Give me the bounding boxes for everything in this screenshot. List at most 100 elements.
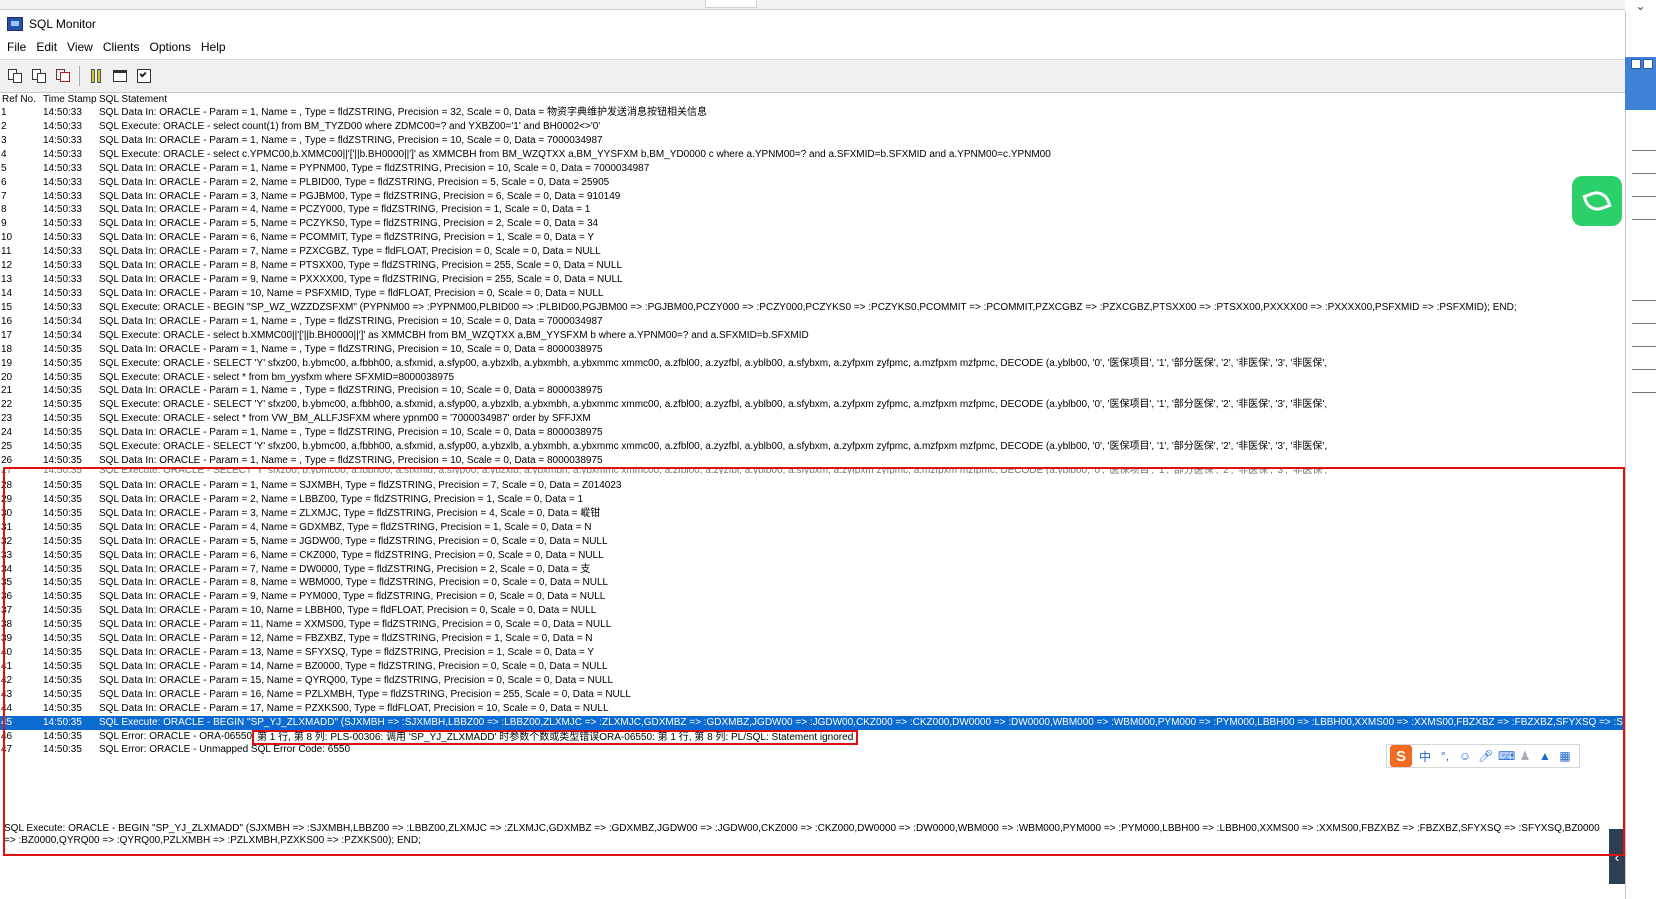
row-ref-no: 1 — [1, 107, 7, 118]
table-row[interactable]: 36 14:50:35 SQL Data In: ORACLE - Param = … — [0, 590, 1625, 604]
row-timestamp: 14:50:35 — [43, 455, 82, 467]
pause-button[interactable] — [85, 65, 107, 87]
table-row[interactable]: 42 14:50:35 SQL Data In: ORACLE - Param = … — [0, 674, 1625, 688]
microphone-icon[interactable]: 🎤︎ — [1478, 749, 1493, 763]
row-sql-statement: SQL Data In: ORACLE - Param = 7, Name = … — [99, 245, 1625, 259]
clear-button[interactable] — [52, 65, 74, 87]
table-row[interactable]: 11 14:50:33 SQL Data In: ORACLE - Param = … — [0, 245, 1625, 259]
row-sql-statement: SQL Execute: ORACLE - SELECT 'Y' sfxz00,… — [99, 398, 1625, 412]
table-row[interactable]: 22 14:50:35 SQL Execute: ORACLE - SELECT '… — [0, 398, 1625, 412]
row-sql-statement-text: SQL Data In: ORACLE - Param = 11, Name =… — [99, 619, 612, 631]
table-row[interactable]: 10 14:50:33 SQL Data In: ORACLE - Param = … — [0, 231, 1625, 245]
table-row[interactable]: 14 14:50:33 SQL Data In: ORACLE - Param = … — [0, 287, 1625, 301]
table-row[interactable]: 8 14:50:33 SQL Data In: ORACLE - Param = 4… — [0, 203, 1625, 217]
table-row[interactable]: 38 14:50:35 SQL Data In: ORACLE - Param = … — [0, 618, 1625, 632]
collapse-panel-button[interactable]: ‹ — [1609, 829, 1625, 884]
table-row[interactable]: 24 14:50:35 SQL Data In: ORACLE - Param = … — [0, 426, 1625, 440]
clear-icon — [55, 68, 71, 84]
table-row[interactable]: 15 14:50:33 SQL Execute: ORACLE - BEGIN "S… — [0, 301, 1625, 315]
table-row[interactable]: 29 14:50:35 SQL Data In: ORACLE - Param = … — [0, 493, 1625, 507]
column-ref-no[interactable]: Ref No. — [2, 93, 36, 106]
save-log-button[interactable] — [4, 65, 26, 87]
table-row[interactable]: 9 14:50:33 SQL Data In: ORACLE - Param = 5… — [0, 217, 1625, 231]
table-row[interactable]: 7 14:50:33 SQL Data In: ORACLE - Param = 3… — [0, 190, 1625, 204]
menu-clients[interactable]: Clients — [98, 40, 145, 54]
emoji-icon[interactable]: ☺ — [1458, 749, 1472, 763]
menu-view[interactable]: View — [62, 40, 98, 54]
window-button[interactable] — [109, 65, 131, 87]
table-row[interactable]: 13 14:50:33 SQL Data In: ORACLE - Param = … — [0, 273, 1625, 287]
menu-bar: File Edit View Clients Options Help — [0, 36, 1625, 57]
table-row[interactable]: 4 14:50:33 SQL Execute: ORACLE - select c.… — [0, 148, 1625, 162]
column-sql-statement[interactable]: SQL Statement — [99, 93, 167, 106]
table-row[interactable]: 1 14:50:33 SQL Data In: ORACLE - Param = 1… — [0, 106, 1625, 120]
row-timestamp: 14:50:34 — [43, 329, 82, 341]
table-row[interactable]: 31 14:50:35 SQL Data In: ORACLE - Param = … — [0, 521, 1625, 535]
table-row[interactable]: 46 14:50:35 SQL Error: ORACLE - ORA-06550 第… — [0, 729, 1625, 745]
row-sql-statement-text: SQL Data In: ORACLE - Param = 6, Name = … — [99, 232, 595, 244]
menu-options[interactable]: Options — [145, 40, 196, 54]
table-row[interactable]: 19 14:50:35 SQL Execute: ORACLE - SELECT '… — [0, 357, 1625, 371]
table-row[interactable]: 30 14:50:35 SQL Data In: ORACLE - Param = … — [0, 507, 1625, 521]
table-row[interactable]: 41 14:50:35 SQL Data In: ORACLE - Param = … — [0, 660, 1625, 674]
punctuation-icon[interactable]: °, — [1438, 749, 1452, 763]
grid-icon[interactable]: ▦ — [1558, 749, 1572, 763]
right-panel-divider — [1632, 196, 1656, 197]
row-timestamp: 14:50:35 — [43, 647, 82, 659]
table-row[interactable]: 37 14:50:35 SQL Data In: ORACLE - Param = … — [0, 604, 1625, 618]
table-row[interactable]: 26 14:50:35 SQL Data In: ORACLE - Param = … — [0, 454, 1625, 468]
table-row[interactable]: 18 14:50:35 SQL Data In: ORACLE - Param = … — [0, 343, 1625, 357]
table-row[interactable]: 44 14:50:35 SQL Data In: ORACLE - Param = … — [0, 702, 1625, 716]
ime-mode-toggle[interactable]: 中 — [1418, 748, 1432, 765]
row-ref-no: 4 — [1, 148, 7, 160]
table-row[interactable]: 39 14:50:35 SQL Data In: ORACLE - Param = … — [0, 632, 1625, 646]
row-timestamp: 14:50:35 — [43, 535, 82, 547]
menu-help[interactable]: Help — [196, 40, 231, 54]
check-button[interactable] — [133, 65, 155, 87]
row-timestamp: 14:50:35 — [43, 467, 82, 476]
table-row[interactable]: 20 14:50:35 SQL Execute: ORACLE - select *… — [0, 371, 1625, 385]
row-timestamp: 14:50:33 — [43, 301, 82, 313]
table-row[interactable]: 33 14:50:35 SQL Data In: ORACLE - Param = … — [0, 549, 1625, 563]
table-row[interactable]: 28 14:50:35 SQL Data In: ORACLE - Param = … — [0, 479, 1625, 493]
keyboard-icon[interactable]: ⌨ — [1498, 749, 1515, 763]
toolbar-separator — [79, 66, 80, 86]
copy-button[interactable] — [28, 65, 50, 87]
statement-detail-pane[interactable]: SQL Execute: ORACLE - BEGIN "SP_YJ_ZLXMA… — [4, 823, 1608, 857]
table-row[interactable]: 25 14:50:35 SQL Execute: ORACLE - SELECT '… — [0, 440, 1625, 454]
table-row[interactable]: 40 14:50:35 SQL Data In: ORACLE - Param = … — [0, 646, 1625, 660]
row-timestamp: 14:50:35 — [43, 427, 82, 439]
table-row[interactable]: 27 14:50:35 SQL Execute: ORACLE - SELECT '… — [0, 468, 1625, 479]
table-row[interactable]: 47 14:50:35 SQL Error: ORACLE - Unmapped S… — [0, 743, 1625, 757]
table-row[interactable]: 32 14:50:35 SQL Data In: ORACLE - Param = … — [0, 535, 1625, 549]
table-row-selected[interactable]: 45 14:50:35 SQL Execute: ORACLE - BEGIN "S… — [0, 715, 1625, 730]
skin-icon[interactable]: ▲ — [1538, 749, 1552, 763]
row-timestamp: 14:50:33 — [43, 134, 82, 146]
floating-app-button[interactable] — [1572, 176, 1622, 226]
menu-file[interactable]: File — [2, 40, 31, 54]
row-sql-statement: SQL Data In: ORACLE - Param = 8, Name = … — [99, 576, 1625, 590]
sogou-logo-icon[interactable]: S — [1390, 745, 1412, 767]
row-ref-no: 10 — [1, 232, 13, 244]
row-timestamp: 14:50:35 — [43, 385, 82, 397]
table-row[interactable]: 3 14:50:33 SQL Data In: ORACLE - Param = 1… — [0, 134, 1625, 148]
table-row[interactable]: 43 14:50:35 SQL Data In: ORACLE - Param = … — [0, 688, 1625, 702]
row-sql-statement-text: SQL Data In: ORACLE - Param = 1, Name = … — [99, 455, 603, 467]
table-row[interactable]: 6 14:50:33 SQL Data In: ORACLE - Param = 2… — [0, 176, 1625, 190]
table-row[interactable]: 2 14:50:33 SQL Execute: ORACLE - select co… — [0, 120, 1625, 134]
check-icon — [136, 68, 152, 84]
table-row[interactable]: 17 14:50:34 SQL Execute: ORACLE - select b… — [0, 329, 1625, 343]
table-row[interactable]: 35 14:50:35 SQL Data In: ORACLE - Param = … — [0, 576, 1625, 590]
table-row[interactable]: 23 14:50:35 SQL Execute: ORACLE - select *… — [0, 412, 1625, 426]
row-ref-no: 32 — [1, 535, 13, 547]
table-row[interactable]: 5 14:50:33 SQL Data In: ORACLE - Param = 1… — [0, 162, 1625, 176]
table-row[interactable]: 12 14:50:33 SQL Data In: ORACLE - Param = … — [0, 259, 1625, 273]
table-row[interactable]: 34 14:50:35 SQL Data In: ORACLE - Param = … — [0, 563, 1625, 577]
column-time-stamp[interactable]: Time Stamp — [43, 93, 97, 106]
menu-edit[interactable]: Edit — [31, 40, 62, 54]
user-icon[interactable]: ♟ — [1518, 749, 1532, 763]
sql-log-list[interactable]: 1 14:50:33 SQL Data In: ORACLE - Param = 1… — [0, 106, 1625, 826]
table-row[interactable]: 16 14:50:34 SQL Data In: ORACLE - Param = … — [0, 315, 1625, 329]
row-timestamp: 14:50:33 — [43, 260, 82, 272]
table-row[interactable]: 21 14:50:35 SQL Data In: ORACLE - Param = … — [0, 384, 1625, 398]
